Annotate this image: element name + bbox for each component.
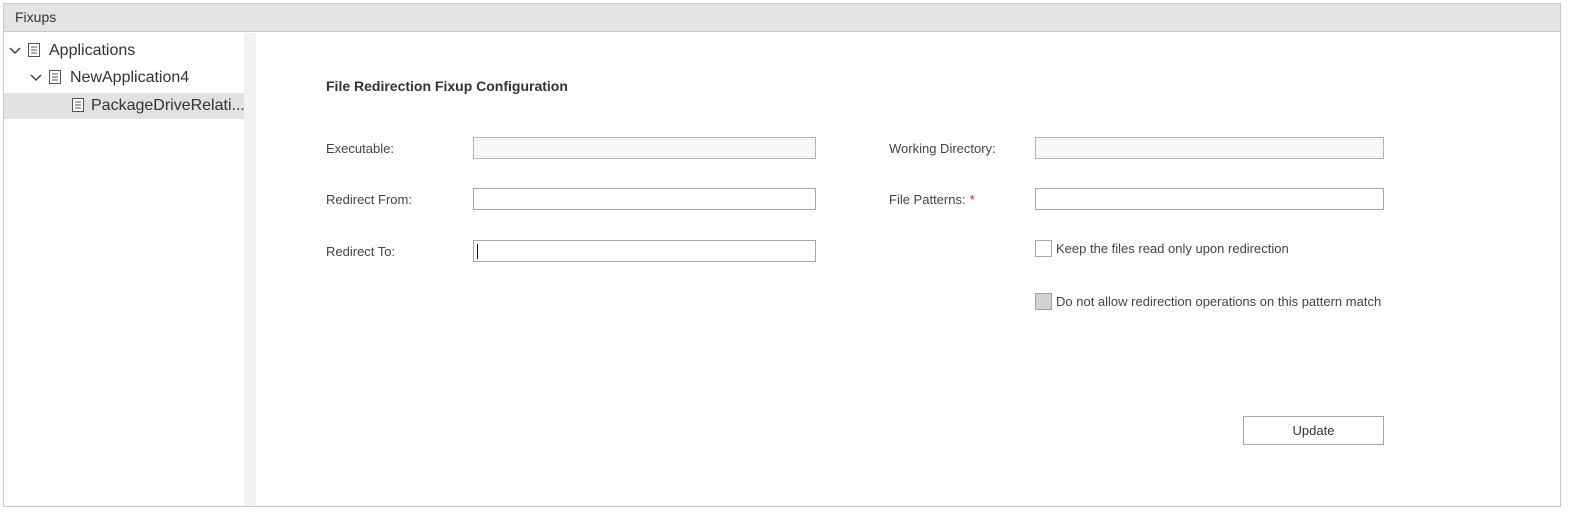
tree-node-label: PackageDriveRelati...: [91, 97, 245, 114]
document-icon: [28, 43, 42, 59]
no-redirection-checkbox[interactable]: [1035, 293, 1052, 310]
tree-node-label: NewApplication4: [70, 69, 190, 86]
fixups-panel: Fixups Applications NewApplication4 Pack…: [3, 3, 1561, 507]
tree-node-newapplication4[interactable]: NewApplication4: [29, 65, 244, 91]
panel-splitter[interactable]: [244, 33, 256, 506]
fixup-config-form: File Redirection Fixup Configuration Exe…: [256, 33, 1560, 506]
file-patterns-label-text: File Patterns:: [889, 192, 966, 207]
keep-read-only-option[interactable]: Keep the files read only upon redirectio…: [1035, 240, 1289, 257]
required-mark: *: [969, 192, 975, 207]
redirect-to-label: Redirect To:: [326, 244, 396, 259]
text-caret: [477, 244, 478, 259]
chevron-down-icon[interactable]: [8, 44, 22, 58]
document-icon: [72, 98, 84, 114]
executable-label: Executable:: [326, 141, 394, 156]
chevron-down-icon[interactable]: [29, 71, 43, 85]
keep-read-only-label: Keep the files read only upon redirectio…: [1056, 241, 1289, 256]
document-icon: [49, 70, 63, 86]
redirect-from-label: Redirect From:: [326, 192, 412, 207]
file-patterns-input[interactable]: [1035, 188, 1384, 210]
no-redirection-option[interactable]: Do not allow redirection operations on t…: [1035, 293, 1381, 310]
tree-node-applications[interactable]: Applications: [8, 38, 244, 64]
tree-node-packagedriverelation[interactable]: PackageDriveRelati...: [4, 93, 245, 119]
update-button[interactable]: Update: [1243, 416, 1384, 445]
executable-input[interactable]: [473, 137, 816, 159]
working-directory-label: Working Directory:: [889, 141, 996, 156]
redirect-from-input[interactable]: [473, 188, 816, 210]
tree-node-label: Applications: [49, 42, 136, 59]
redirect-to-input[interactable]: [473, 240, 816, 262]
fixups-tree: Applications NewApplication4 PackageDriv…: [4, 33, 245, 506]
form-title: File Redirection Fixup Configuration: [326, 78, 568, 94]
keep-read-only-checkbox[interactable]: [1035, 240, 1052, 257]
no-redirection-label: Do not allow redirection operations on t…: [1056, 294, 1382, 309]
working-directory-input[interactable]: [1035, 137, 1384, 159]
file-patterns-label: File Patterns: *: [889, 192, 975, 207]
panel-header: Fixups: [4, 4, 1560, 32]
